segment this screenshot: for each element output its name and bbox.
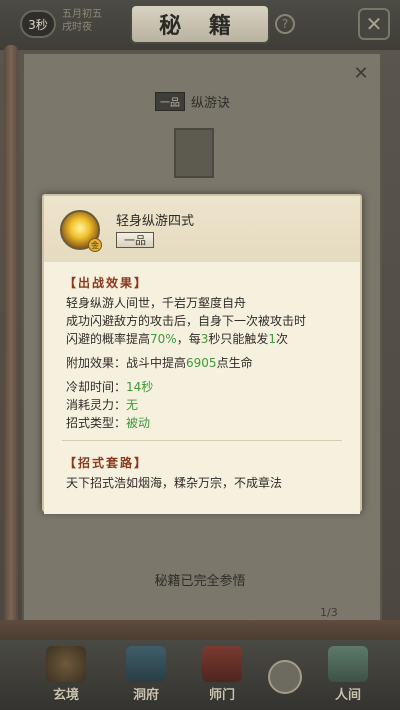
effect-line: 成功闪避敌方的攻击后，自身下一次被攻击时 (66, 314, 307, 328)
text-span: 附加效果：战斗中提高 (66, 356, 187, 370)
stat-label: 消耗灵力： (66, 398, 127, 412)
realm-icon (46, 646, 86, 682)
text-span: 次 (276, 332, 289, 346)
skill-book-name: 纵游诀 (191, 96, 231, 111)
completion-status: 秘籍已完全参悟 (154, 574, 246, 589)
text-span: 秒只能触发 (208, 332, 269, 346)
nav-item-shimen[interactable]: 师门 (192, 646, 252, 706)
nav-label: 洞府 (132, 688, 159, 703)
scroll-rod (4, 45, 18, 705)
nav-label: 师门 (208, 688, 235, 703)
extra-effect-line: 附加效果：战斗中提高6905点生命 (66, 354, 253, 372)
cost-value: 无 (126, 398, 139, 412)
text-span: 闪避的概率提高 (66, 332, 151, 346)
cooldown-value: 14秒 (126, 380, 154, 394)
type-value: 被动 (126, 416, 151, 430)
nav-label: 人间 (334, 688, 361, 703)
skill-title: 轻身纵游四式 (116, 214, 195, 229)
nav-item-renjian[interactable]: 人间 (318, 646, 378, 706)
move-set-heading: 【招式套路】 (64, 456, 149, 470)
stat-label: 招式类型： (66, 416, 127, 430)
nav-item-dongfu[interactable]: 洞府 (116, 646, 176, 706)
skill-grade-badge: 一品 (116, 232, 154, 248)
health-bonus-value: 6905 (186, 356, 217, 370)
cooldown-line: 冷却时间：14秒 (66, 378, 153, 396)
world-icon (328, 646, 368, 682)
grade-chip: 一品 (155, 92, 185, 111)
game-hour: 戌时夜 (62, 22, 92, 33)
avatar[interactable] (268, 660, 302, 694)
panel-close-icon[interactable]: ✕ (350, 62, 372, 84)
move-set-description: 天下招式浩如烟海，糅杂万宗，不成章法 (66, 476, 283, 490)
cave-icon (126, 646, 166, 682)
type-line: 招式类型：被动 (66, 414, 150, 432)
effect-line: 轻身纵游人间世，千岩万壑度自舟 (66, 296, 247, 310)
game-date: 五月初五 (62, 9, 102, 20)
battle-effect-heading: 【出战效果】 (64, 276, 149, 290)
nav-label: 玄境 (52, 688, 79, 703)
page-title-plaque: 秘 籍 (130, 4, 270, 44)
probability-value: 70% (150, 332, 177, 346)
divider (62, 440, 342, 441)
sect-icon (202, 646, 242, 682)
element-badge: 金 (88, 238, 102, 252)
stat-label: 冷却时间： (66, 380, 127, 394)
page-indicator: 1/3 (320, 606, 338, 619)
scroll-bottom-rod (0, 620, 400, 642)
text-span: ，每 (176, 332, 201, 346)
question-icon[interactable]: ? (275, 14, 295, 34)
tooltip-header: 金 轻身纵游四式 一品 (44, 196, 360, 262)
nav-item-xuanjing[interactable]: 玄境 (36, 646, 96, 706)
skill-tooltip: 金 轻身纵游四式 一品 【出战效果】 轻身纵游人间世，千岩万壑度自舟 成功闪避敌… (42, 194, 362, 514)
text-span: 点生命 (216, 356, 253, 370)
close-icon[interactable]: ✕ (358, 8, 390, 40)
cost-line: 消耗灵力：无 (66, 396, 138, 414)
page-title: 秘 籍 (159, 13, 241, 39)
game-time-info: 五月初五 戌时夜 (62, 8, 102, 34)
timer-badge: 3秒 (20, 10, 56, 38)
scroll-book-icon (174, 128, 214, 178)
effect-probability-line: 闪避的概率提高70%，每3秒只能触发1次 (66, 330, 288, 348)
tooltip-body: 【出战效果】 轻身纵游人间世，千岩万壑度自舟 成功闪避敌方的攻击后，自身下一次被… (44, 262, 360, 514)
skill-tag-row: 一品 纵游诀 (155, 92, 230, 111)
times-value: 1 (268, 332, 276, 346)
